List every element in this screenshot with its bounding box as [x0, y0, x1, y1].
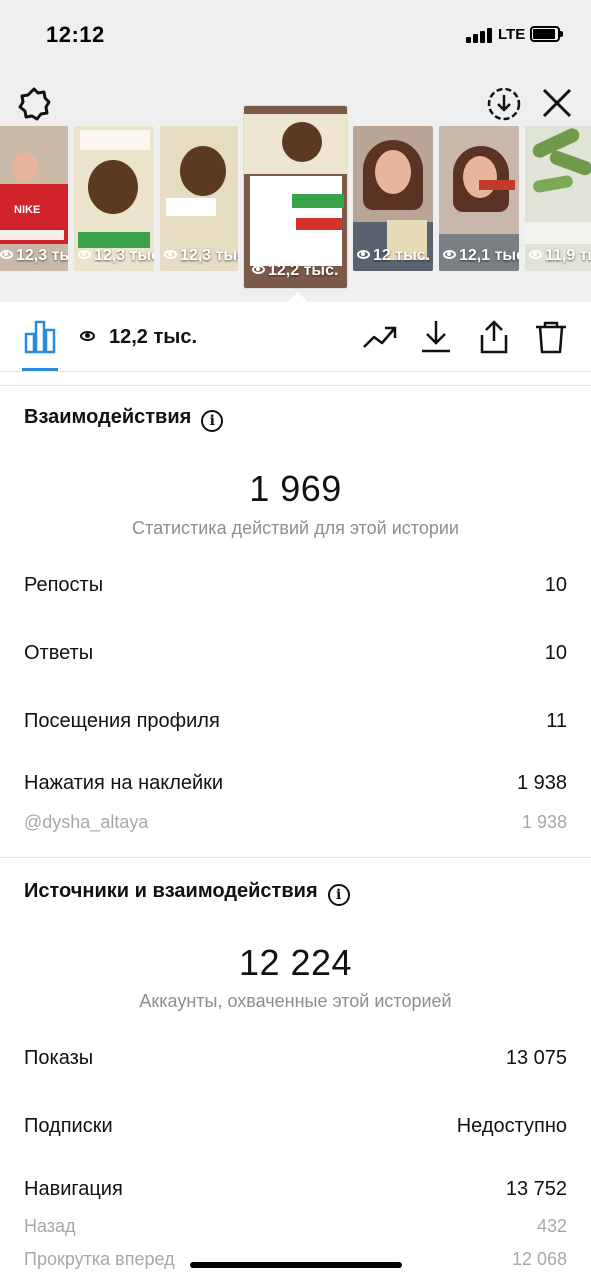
follows-value: Недоступно — [456, 1115, 567, 1137]
thumbnail-views: 12 тыс. — [357, 247, 430, 265]
sticker-taps-value: 1 938 — [516, 772, 567, 794]
story-thumbnail-active[interactable]: 12,2 тыс. — [244, 106, 347, 288]
active-thumbnail-pointer — [288, 292, 308, 302]
impressions-value: 13 075 — [505, 1047, 567, 1069]
bar-chart-icon[interactable] — [24, 320, 56, 354]
eye-icon — [0, 250, 13, 259]
eye-icon — [529, 250, 542, 259]
replies-value: 10 — [544, 642, 567, 664]
reach-caption: Аккаунты, охваченные этой историей — [139, 991, 452, 1011]
thumbnail-views: 12,1 тыс. — [443, 247, 519, 265]
info-icon[interactable]: i — [327, 884, 350, 906]
sticker-mention-label: @dysha_altaya — [24, 812, 149, 832]
divider — [0, 372, 591, 386]
interactions-title: Взаимодействия i — [24, 406, 224, 432]
insights-tab-indicator — [22, 368, 58, 371]
thumbnail-views: 12,2 тыс. — [252, 262, 338, 280]
eye-icon — [443, 250, 456, 259]
share-icon[interactable] — [476, 319, 512, 355]
signal-icon — [466, 27, 494, 43]
reach-total: 12 224 — [238, 942, 353, 983]
story-thumbnail[interactable]: 11,9 тыс. — [525, 126, 591, 271]
views-count: 12,2 тыс. — [80, 326, 197, 349]
story-thumbnail-strip: NIKE 12,3 тыс. 12,3 тыс. 12,3 тыс. 12,2 … — [0, 72, 591, 302]
eye-icon — [80, 331, 95, 341]
impressions-label: Показы — [24, 1047, 94, 1069]
thumbnail-views: 12,3 тыс. — [0, 247, 68, 265]
thumbnail-views: 11,9 тыс. — [529, 247, 591, 265]
battery-icon — [530, 26, 563, 42]
sticker-taps-label: Нажатия на наклейки — [24, 772, 224, 794]
story-thumbnail[interactable]: NIKE 12,3 тыс. — [0, 126, 68, 271]
reposts-label: Репосты — [24, 574, 104, 596]
story-thumbnail[interactable]: 12,3 тыс. — [74, 126, 154, 271]
story-action-bar: 12,2 тыс. — [0, 302, 591, 372]
nav-forward-label: Прокрутка вперед — [24, 1249, 175, 1269]
thumbnail-views: 12,3 тыс. — [78, 247, 154, 265]
nav-back-value: 432 — [536, 1216, 567, 1236]
section-divider — [0, 857, 591, 858]
profile-visits-value: 11 — [546, 710, 567, 732]
status-bar: 12:12 LTE — [0, 0, 591, 72]
sticker-mention-value: 1 938 — [521, 812, 567, 832]
thumbnail-views: 12,3 тыс. — [164, 247, 238, 265]
info-icon[interactable]: i — [201, 410, 224, 432]
story-thumbnail[interactable]: 12,1 тыс. — [439, 126, 519, 271]
interactions-total: 1 969 — [249, 468, 342, 509]
eye-icon — [78, 250, 91, 259]
eye-icon — [357, 250, 370, 259]
navigation-label: Навигация — [24, 1178, 123, 1200]
network-label: LTE — [498, 26, 526, 43]
story-thumbnail[interactable]: 12,3 тыс. — [160, 126, 238, 271]
nav-forward-value: 12 068 — [511, 1249, 567, 1269]
trending-icon[interactable] — [362, 319, 398, 355]
eye-icon — [164, 250, 177, 259]
reposts-value: 10 — [544, 574, 567, 596]
eye-icon — [252, 265, 265, 274]
status-time: 12:12 — [46, 22, 105, 47]
download-icon[interactable] — [418, 319, 454, 355]
profile-visits-label: Посещения профиля — [24, 710, 220, 732]
trash-icon[interactable] — [533, 319, 569, 355]
interactions-caption: Статистика действий для этой истории — [132, 518, 459, 538]
story-thumbnail[interactable]: 12 тыс. — [353, 126, 433, 271]
replies-label: Ответы — [24, 642, 94, 664]
follows-label: Подписки — [24, 1115, 113, 1137]
discovery-title: Источники и взаимодействия i — [24, 880, 350, 906]
nav-back-label: Назад — [24, 1216, 76, 1236]
home-indicator[interactable] — [190, 1262, 402, 1268]
navigation-value: 13 752 — [505, 1178, 567, 1200]
